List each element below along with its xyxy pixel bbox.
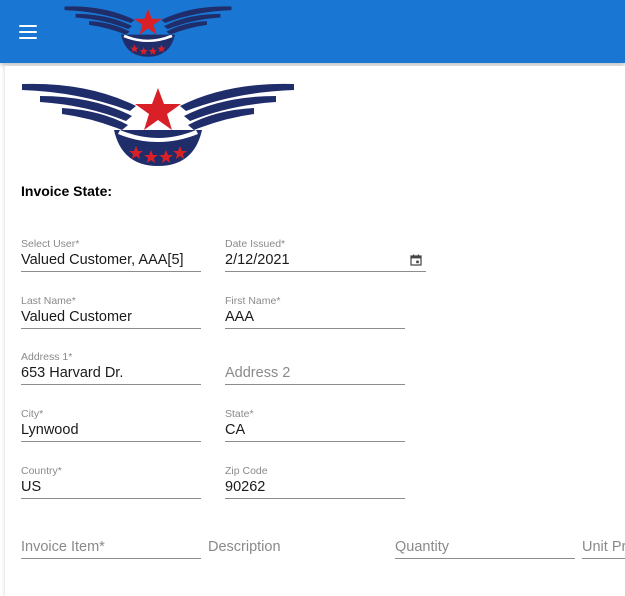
quantity-field[interactable] <box>395 525 575 561</box>
underline <box>582 558 625 559</box>
unit-price-field[interactable] <box>582 525 625 561</box>
country-label: Country* <box>21 465 62 477</box>
wings-star-logo <box>18 80 298 168</box>
date-issued-input[interactable] <box>225 250 405 270</box>
select-user-input[interactable] <box>21 250 201 270</box>
city-field[interactable]: City* <box>21 408 201 444</box>
country-input[interactable] <box>21 477 201 497</box>
last-name-label: Last Name* <box>21 295 76 307</box>
first-name-field[interactable]: First Name* <box>225 295 405 331</box>
underline <box>21 384 201 385</box>
state-label: State* <box>225 408 254 420</box>
address1-input[interactable] <box>21 363 201 383</box>
underline <box>21 328 201 329</box>
first-name-label: First Name* <box>225 295 281 307</box>
date-issued-label: Date Issued* <box>225 238 286 250</box>
description-field[interactable] <box>208 525 388 561</box>
address1-field[interactable]: Address 1* <box>21 351 201 387</box>
address1-label: Address 1* <box>21 351 73 363</box>
state-input[interactable] <box>225 420 405 440</box>
state-field[interactable]: State* <box>225 408 405 444</box>
first-name-input[interactable] <box>225 307 405 327</box>
underline <box>21 271 201 272</box>
invoice-item-input[interactable] <box>21 537 201 557</box>
zip-code-label: Zip Code <box>225 465 268 477</box>
address2-field[interactable] <box>225 351 405 387</box>
zip-code-input[interactable] <box>225 477 405 497</box>
calendar-icon[interactable] <box>410 254 422 266</box>
underline <box>225 441 405 442</box>
underline <box>395 558 575 559</box>
date-issued-field[interactable]: Date Issued* <box>225 238 426 274</box>
underline <box>225 384 405 385</box>
quantity-input[interactable] <box>395 537 575 557</box>
underline <box>225 328 405 329</box>
city-input[interactable] <box>21 420 201 440</box>
menu-icon[interactable] <box>16 20 40 44</box>
wings-star-logo[interactable] <box>62 4 234 58</box>
underline <box>225 498 405 499</box>
section-title: Invoice State: <box>21 183 113 199</box>
app-bar <box>0 0 625 63</box>
select-user-field[interactable]: Select User* <box>21 238 201 274</box>
unit-price-input[interactable] <box>582 537 625 557</box>
underline <box>21 441 201 442</box>
description-input[interactable] <box>208 537 388 557</box>
country-field[interactable]: Country* <box>21 465 201 501</box>
underline <box>21 558 201 559</box>
underline <box>225 271 426 272</box>
zip-code-field[interactable]: Zip Code <box>225 465 405 501</box>
address2-input[interactable] <box>225 363 405 383</box>
underline <box>21 498 201 499</box>
select-user-label: Select User* <box>21 238 80 250</box>
city-label: City* <box>21 408 44 420</box>
invoice-item-field[interactable] <box>21 525 201 561</box>
last-name-input[interactable] <box>21 307 201 327</box>
last-name-field[interactable]: Last Name* <box>21 295 201 331</box>
